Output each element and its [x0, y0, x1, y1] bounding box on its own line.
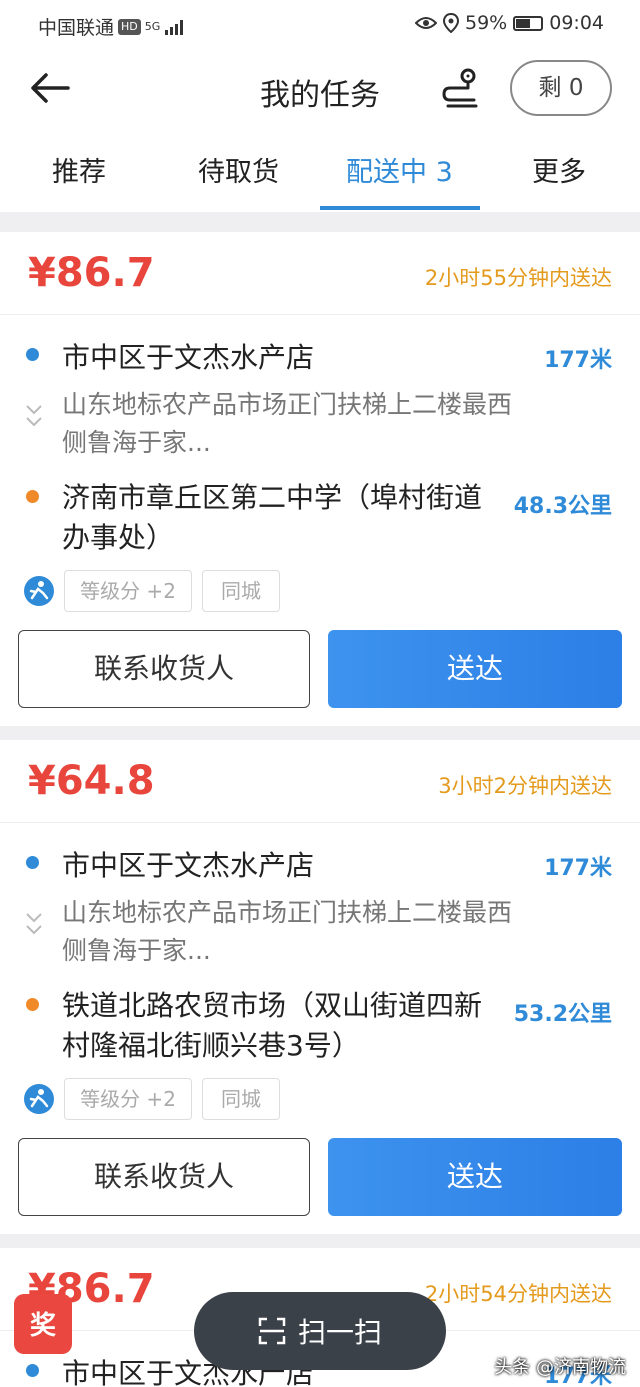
route-button[interactable]	[438, 66, 486, 110]
pickup-name: 市中区于文杰水产店	[62, 849, 315, 882]
rider-icon	[24, 1084, 54, 1114]
contact-receiver-button[interactable]: 联系收货人	[18, 630, 310, 708]
scan-label: 扫一扫	[297, 1316, 382, 1349]
status-right: 59% 09:04	[415, 12, 604, 34]
pickup-name: 市中区于文杰水产店	[62, 341, 315, 374]
rider-icon	[24, 576, 54, 606]
chevron-down-icon	[26, 913, 42, 935]
order-eta: 2小时55分钟内送达	[424, 266, 612, 290]
tab-bar: 推荐 待取货 配送中 3 更多	[0, 140, 640, 212]
route-map-icon	[442, 68, 478, 108]
scan-button[interactable]: 扫一扫	[194, 1292, 446, 1370]
pickup-address: 山东地标农产品市场正门扶梯上二楼最西侧鲁海于家...	[62, 390, 513, 457]
location-icon	[443, 13, 459, 33]
tag-same-city: 同城	[202, 570, 280, 612]
clock: 09:04	[549, 12, 604, 34]
pickup-distance: 177米	[544, 856, 612, 881]
destination-name: 铁道北路农贸市场（双山街道四新村隆福北街顺兴巷3号）	[62, 989, 483, 1062]
watermark: 头条 @济南物流	[494, 1357, 626, 1378]
active-tab-indicator	[320, 206, 480, 210]
order-eta: 3小时2分钟内送达	[438, 774, 612, 798]
battery-icon	[513, 15, 544, 31]
tab-pending-pickup[interactable]: 待取货	[198, 150, 279, 189]
order-price: ¥64.8	[28, 758, 155, 804]
tag-level-score: 等级分 +2	[64, 570, 192, 612]
deliver-button[interactable]: 送达	[328, 630, 622, 708]
top-area: 中国联通 HD 5G 59% 09:04 我的任务 剩 0 推荐 待取货 配送中…	[0, 0, 640, 212]
pickup-dot-icon	[26, 1364, 39, 1377]
order-eta: 2小时54分钟内送达	[424, 1282, 612, 1306]
destination-distance: 53.2公里	[513, 1002, 612, 1027]
eye-icon	[415, 17, 437, 29]
destination-name: 济南市章丘区第二中学（埠村街道办事处）	[62, 481, 483, 554]
carrier-text: 中国联通	[38, 17, 115, 39]
reward-icon[interactable]: 奖	[14, 1294, 72, 1354]
divider	[0, 314, 640, 315]
tag-level-score: 等级分 +2	[64, 1078, 192, 1120]
pickup-address: 山东地标农产品市场正门扶梯上二楼最西侧鲁海于家...	[62, 898, 513, 965]
signal-icon	[165, 19, 184, 35]
order-price: ¥86.7	[28, 250, 155, 296]
destination-distance: 48.3公里	[513, 494, 612, 519]
remaining-count-button[interactable]: 剩 0	[510, 60, 612, 116]
pickup-distance: 177米	[544, 348, 612, 373]
status-left: 中国联通 HD 5G	[38, 13, 186, 40]
chevron-down-icon	[26, 405, 42, 427]
tab-more[interactable]: 更多	[532, 150, 586, 189]
deliver-button[interactable]: 送达	[328, 1138, 622, 1216]
contact-receiver-button[interactable]: 联系收货人	[18, 1138, 310, 1216]
status-bar: 中国联通 HD 5G 59% 09:04	[0, 0, 640, 48]
destination-dot-icon	[26, 490, 39, 503]
tab-recommend[interactable]: 推荐	[52, 150, 106, 189]
destination-dot-icon	[26, 998, 39, 1011]
scan-icon	[258, 1317, 286, 1345]
network-type: 5G	[144, 19, 161, 33]
order-card: ¥86.7 2小时55分钟内送达 市中区于文杰水产店 177米 山东地标农产品市…	[0, 232, 640, 726]
battery-text: 59%	[465, 12, 508, 34]
nav-bar: 我的任务 剩 0	[0, 52, 640, 124]
divider	[0, 822, 640, 823]
hd-badge: HD	[118, 18, 141, 35]
order-card: ¥64.8 3小时2分钟内送达 市中区于文杰水产店 177米 山东地标农产品市场…	[0, 740, 640, 1234]
pickup-dot-icon	[26, 856, 39, 869]
pickup-dot-icon	[26, 348, 39, 361]
tab-delivering[interactable]: 配送中 3	[346, 150, 453, 189]
tag-same-city: 同城	[202, 1078, 280, 1120]
